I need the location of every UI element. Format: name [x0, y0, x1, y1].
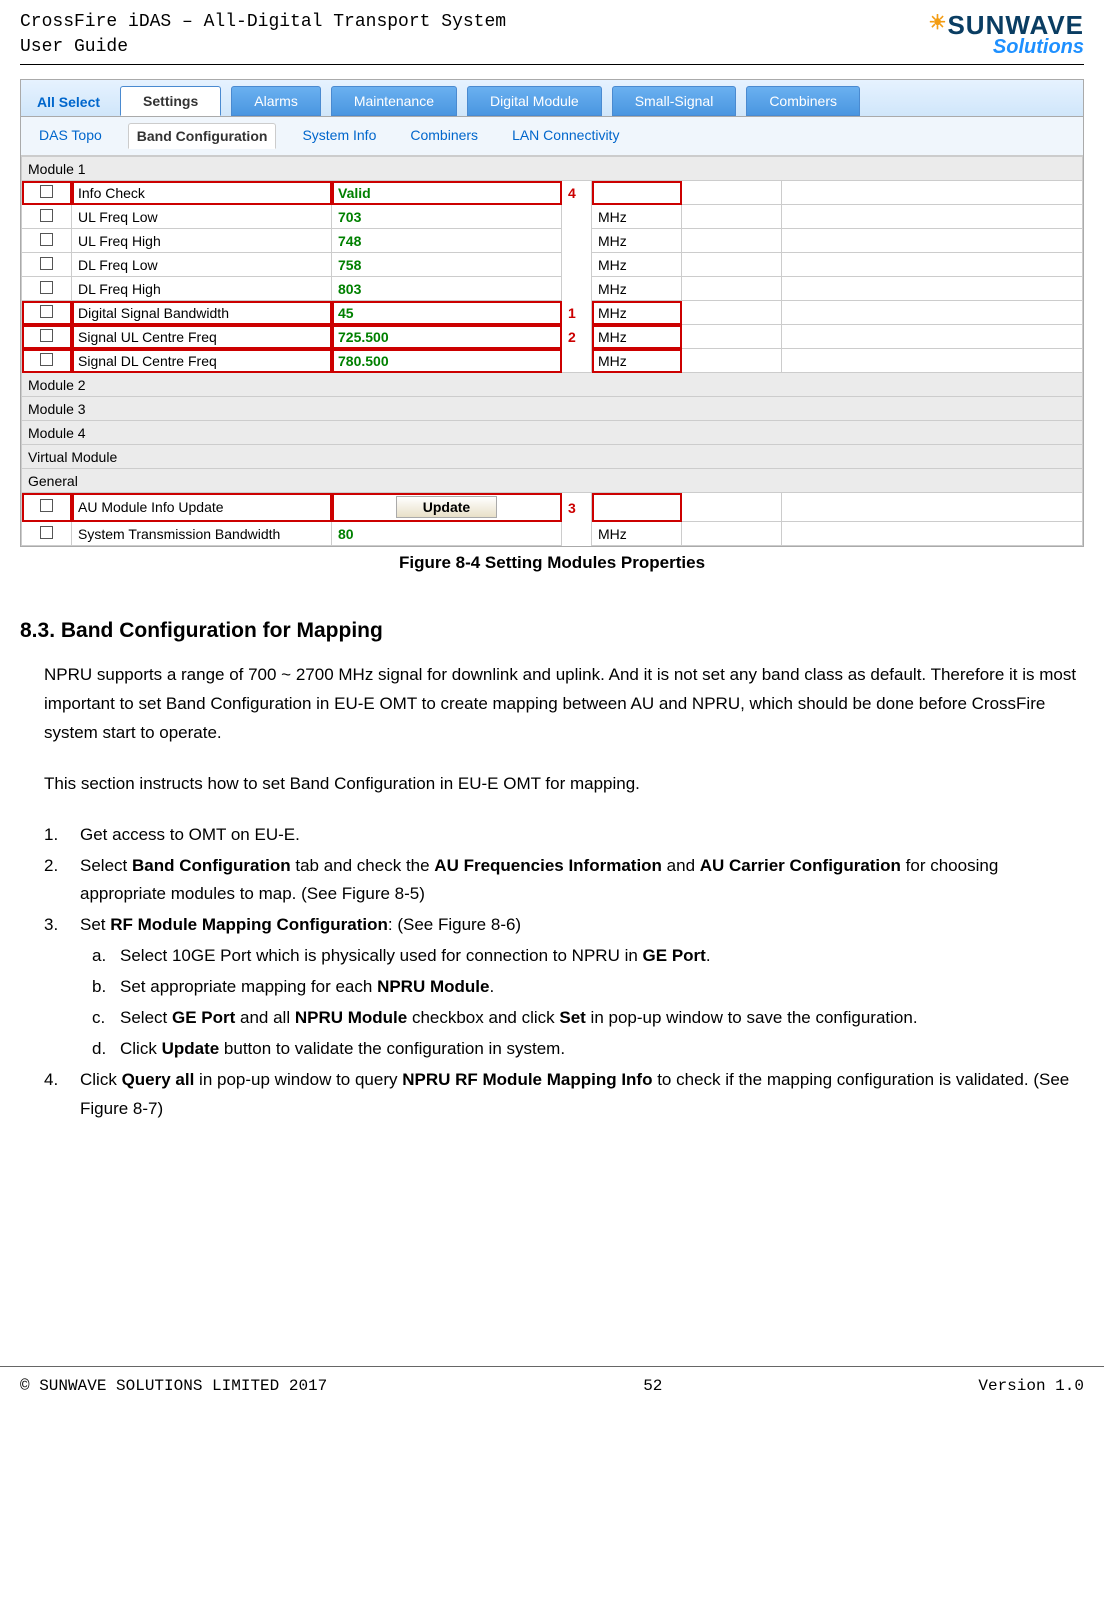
checkbox[interactable]: [40, 305, 53, 318]
doc-subtitle: User Guide: [20, 35, 506, 60]
subtab-lan-connectivity[interactable]: LAN Connectivity: [504, 123, 627, 149]
checkbox[interactable]: [40, 499, 53, 512]
step-2: 2. Select Band Configuration tab and che…: [44, 852, 1084, 910]
section-heading: 8.3. Band Configuration for Mapping: [20, 613, 1084, 649]
page-footer: © SUNWAVE SOLUTIONS LIMITED 2017 52 Vers…: [0, 1366, 1104, 1415]
paragraph-2: This section instructs how to set Band C…: [44, 770, 1084, 799]
section-module3[interactable]: Module 3: [22, 397, 1083, 421]
step-1: 1. Get access to OMT on EU-E.: [44, 821, 1084, 850]
tab-settings[interactable]: Settings: [120, 86, 221, 116]
paragraph-1: NPRU supports a range of 700 ~ 2700 MHz …: [44, 661, 1084, 748]
config-ui-screenshot: All Select Settings Alarms Maintenance D…: [20, 79, 1084, 547]
main-tab-bar: All Select Settings Alarms Maintenance D…: [21, 80, 1083, 117]
sub-a: a. Select 10GE Port which is physically …: [92, 942, 1084, 971]
subtab-band-configuration[interactable]: Band Configuration: [128, 123, 277, 149]
step-3: 3. Set RF Module Mapping Configuration: …: [44, 911, 1084, 940]
row-digital-signal-bandwidth: Digital Signal Bandwidth 45 1 MHz: [22, 301, 1083, 325]
figure-8-4: All Select Settings Alarms Maintenance D…: [0, 69, 1104, 583]
section-general[interactable]: General: [22, 469, 1083, 493]
checkbox[interactable]: [40, 526, 53, 539]
footer-version: Version 1.0: [978, 1377, 1084, 1395]
section-8-3: 8.3. Band Configuration for Mapping NPRU…: [0, 583, 1104, 1145]
row-ul-freq-high: UL Freq High 748 MHz: [22, 229, 1083, 253]
sun-icon: ☀: [929, 12, 948, 34]
row-signal-ul-centre-freq: Signal UL Centre Freq 725.500 2 MHz: [22, 325, 1083, 349]
checkbox[interactable]: [40, 233, 53, 246]
footer-page-number: 52: [643, 1377, 662, 1395]
tab-alarms[interactable]: Alarms: [231, 86, 321, 116]
config-table: Module 1 Info Check Valid 4 UL Freq Low …: [21, 156, 1083, 546]
checkbox[interactable]: [40, 281, 53, 294]
logo-text-sub: Solutions: [993, 36, 1084, 59]
sub-b: b. Set appropriate mapping for each NPRU…: [92, 973, 1084, 1002]
row-info-check: Info Check Valid 4: [22, 181, 1083, 205]
figure-caption: Figure 8-4 Setting Modules Properties: [20, 553, 1084, 573]
checkbox[interactable]: [40, 329, 53, 342]
row-signal-dl-centre-freq: Signal DL Centre Freq 780.500 MHz: [22, 349, 1083, 373]
header-divider: [20, 64, 1084, 65]
numbered-list: 1. Get access to OMT on EU-E. 2. Select …: [44, 821, 1084, 941]
checkbox[interactable]: [40, 209, 53, 222]
footer-copyright: © SUNWAVE SOLUTIONS LIMITED 2017: [20, 1377, 327, 1395]
section-module1[interactable]: Module 1: [22, 157, 1083, 181]
section-virtual-module[interactable]: Virtual Module: [22, 445, 1083, 469]
numbered-list-cont: 4. Click Query all in pop-up window to q…: [44, 1066, 1084, 1124]
update-button[interactable]: Update: [396, 496, 497, 518]
sub-c: c. Select GE Port and all NPRU Module ch…: [92, 1004, 1084, 1033]
doc-title: CrossFire iDAS – All-Digital Transport S…: [20, 10, 506, 35]
subtab-system-info[interactable]: System Info: [294, 123, 384, 149]
tab-small-signal[interactable]: Small-Signal: [612, 86, 737, 116]
header-title-block: CrossFire iDAS – All-Digital Transport S…: [20, 10, 506, 60]
subtab-combiners[interactable]: Combiners: [402, 123, 486, 149]
row-system-transmission-bandwidth: System Transmission Bandwidth 80 MHz: [22, 522, 1083, 546]
checkbox[interactable]: [40, 257, 53, 270]
sub-tab-bar: DAS Topo Band Configuration System Info …: [21, 117, 1083, 156]
checkbox[interactable]: [40, 353, 53, 366]
tab-combiners[interactable]: Combiners: [746, 86, 860, 116]
section-module2[interactable]: Module 2: [22, 373, 1083, 397]
page-header: CrossFire iDAS – All-Digital Transport S…: [0, 0, 1104, 60]
sub-list: a. Select 10GE Port which is physically …: [92, 942, 1084, 1064]
row-au-module-info-update: AU Module Info Update Update 3: [22, 493, 1083, 522]
tab-digital-module[interactable]: Digital Module: [467, 86, 602, 116]
sub-d: d. Click Update button to validate the c…: [92, 1035, 1084, 1064]
tab-maintenance[interactable]: Maintenance: [331, 86, 457, 116]
step-4: 4. Click Query all in pop-up window to q…: [44, 1066, 1084, 1124]
all-select-link[interactable]: All Select: [27, 88, 110, 116]
subtab-das-topo[interactable]: DAS Topo: [31, 123, 110, 149]
row-dl-freq-high: DL Freq High 803 MHz: [22, 277, 1083, 301]
section-module4[interactable]: Module 4: [22, 421, 1083, 445]
checkbox[interactable]: [40, 185, 53, 198]
row-dl-freq-low: DL Freq Low 758 MHz: [22, 253, 1083, 277]
row-ul-freq-low: UL Freq Low 703 MHz: [22, 205, 1083, 229]
company-logo: ☀SUNWAVE Solutions: [929, 10, 1084, 59]
